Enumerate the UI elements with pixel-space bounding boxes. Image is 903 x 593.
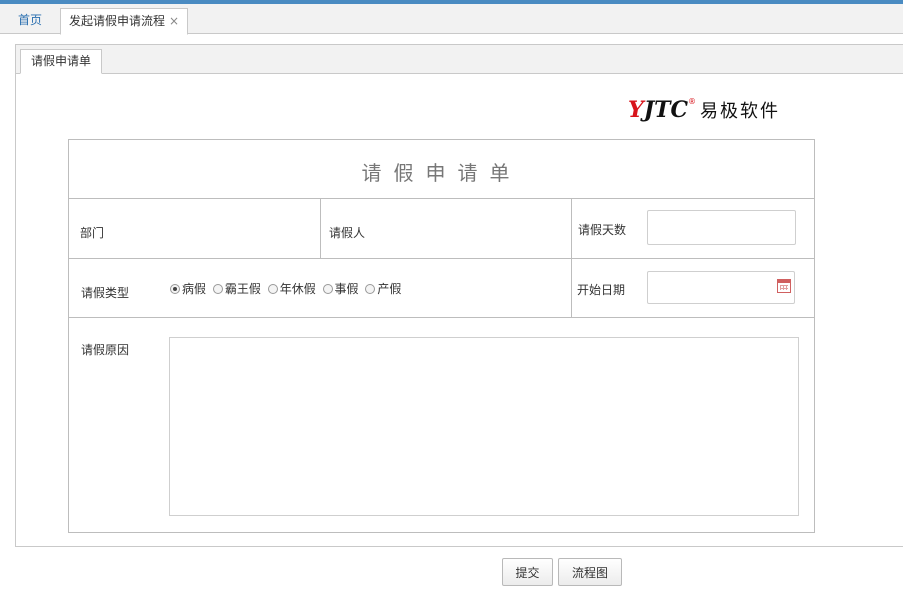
leave-form: 请假申请单 部门 请假人 请假天数 请假类型 病假 霸王假 年休假 事假 产假 …: [68, 139, 815, 533]
applicant-label: 请假人: [329, 226, 366, 240]
leave-type-option[interactable]: 年休假: [267, 280, 316, 297]
row-divider: [69, 317, 814, 318]
col-divider: [320, 199, 321, 258]
department-label: 部门: [80, 226, 105, 240]
form-title: 请假申请单: [361, 161, 522, 185]
leave-type-option[interactable]: 产假: [365, 280, 401, 297]
radio-icon[interactable]: [267, 284, 278, 294]
company-logo: YJTC® 易极软件: [628, 97, 781, 123]
main-tabbar: 首页 发起请假申请流程 ×: [0, 4, 903, 35]
calendar-icon[interactable]: [777, 279, 791, 293]
reason-textarea[interactable]: [169, 337, 799, 516]
leave-type-option[interactable]: 病假: [170, 280, 206, 297]
start-date-field[interactable]: [647, 271, 795, 304]
days-label: 请假天数: [578, 223, 627, 237]
flowchart-button[interactable]: 流程图: [558, 558, 622, 586]
tab-leave-form[interactable]: 请假申请单: [20, 49, 103, 74]
start-date-label: 开始日期: [577, 283, 626, 297]
radio-checked-icon[interactable]: [170, 284, 180, 294]
submit-button[interactable]: 提交: [502, 558, 553, 586]
leave-type-radio-group: 病假 霸王假 年休假 事假 产假: [170, 280, 404, 297]
tab-leave-flow-label: 发起请假申请流程: [69, 14, 166, 28]
radio-icon[interactable]: [365, 284, 376, 294]
panel-tabbar: 请假申请单: [16, 45, 903, 74]
leave-type-option[interactable]: 事假: [322, 280, 359, 297]
radio-icon[interactable]: [212, 284, 223, 294]
tab-leave-flow[interactable]: 发起请假申请流程 ×: [60, 8, 189, 35]
row-divider: [69, 198, 814, 199]
col-divider: [571, 199, 572, 317]
tab-home[interactable]: 首页: [10, 8, 50, 34]
leave-type-option[interactable]: 霸王假: [212, 280, 261, 297]
row-divider: [69, 258, 814, 259]
leave-type-label: 请假类型: [81, 286, 130, 300]
close-icon[interactable]: ×: [169, 14, 179, 28]
radio-icon[interactable]: [322, 284, 333, 294]
reason-label: 请假原因: [81, 343, 130, 357]
days-input[interactable]: [647, 210, 796, 245]
